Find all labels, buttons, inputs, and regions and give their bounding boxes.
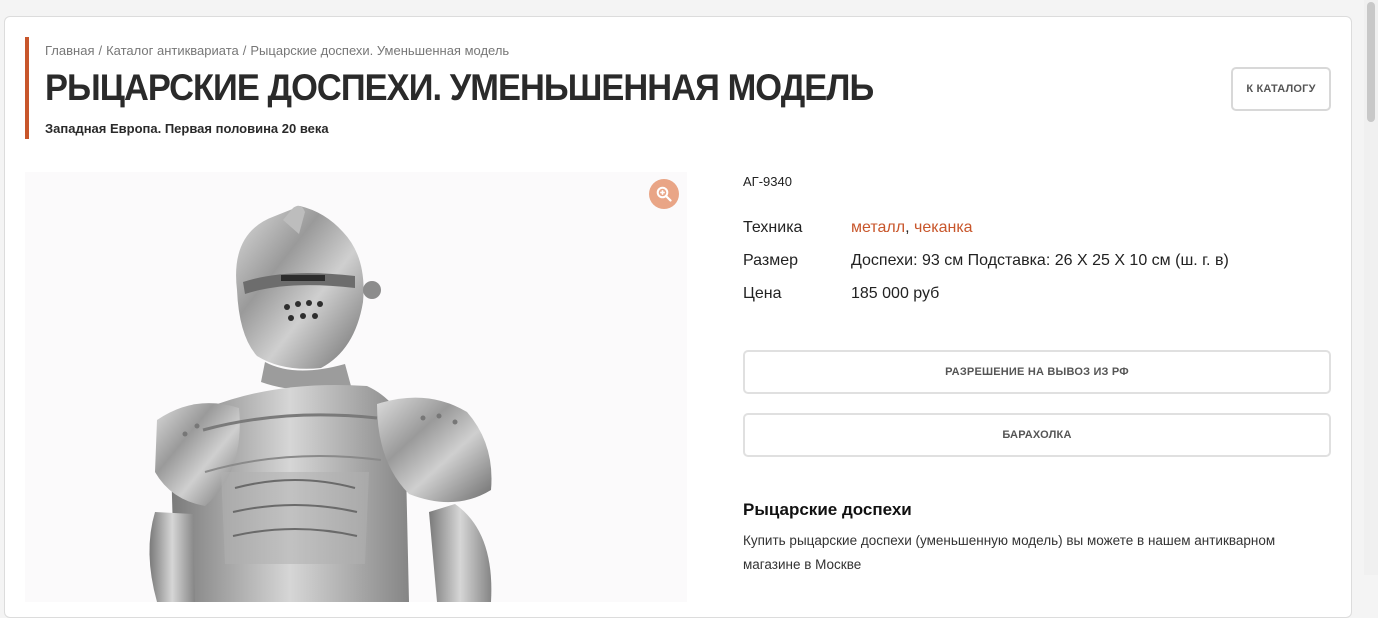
size-value: Доспехи: 93 см Подставка: 26 X 25 X 10 с… — [851, 252, 1229, 269]
breadcrumb-current: Рыцарские доспехи. Уменьшенная модель — [250, 43, 510, 58]
breadcrumb: Главная / Каталог антиквариата / Рыцарские д… — [45, 43, 509, 58]
breadcrumb-home-link[interactable]: Главная — [45, 43, 94, 58]
article-number: АГ-9340 — [743, 174, 792, 189]
technique-label: Техника — [743, 219, 803, 236]
scrollbar-thumb[interactable] — [1367, 2, 1375, 122]
description-title: Рыцарские доспехи — [743, 500, 912, 519]
breadcrumb-separator: / — [98, 43, 103, 58]
price-label: Цена — [743, 285, 782, 302]
zoom-in-icon — [656, 186, 672, 202]
knight-armor-image — [149, 205, 492, 602]
breadcrumb-separator: / — [242, 43, 247, 58]
flea-market-button[interactable]: БАРАХОЛКА — [743, 413, 1331, 457]
technique-link-metal[interactable]: металл — [851, 219, 905, 236]
technique-value: металл, чеканка — [851, 219, 973, 237]
product-header: Главная / Каталог антиквариата / Рыцарские д… — [25, 37, 1145, 139]
page-title: РЫЦАРСКИЕ ДОСПЕХИ. УМЕНЬШЕННАЯ МОДЕЛЬ — [45, 67, 874, 108]
zoom-button[interactable] — [649, 179, 679, 209]
page-subtitle: Западная Европа. Первая половина 20 века — [45, 121, 329, 136]
product-image[interactable] — [25, 172, 687, 602]
price-value: 185 000 руб — [851, 285, 940, 302]
size-label: Размер — [743, 252, 798, 269]
export-permit-button[interactable]: РАЗРЕШЕНИЕ НА ВЫВОЗ ИЗ РФ — [743, 350, 1331, 394]
back-to-catalog-button[interactable]: К КАТАЛОГУ — [1231, 67, 1331, 111]
technique-link-chasing[interactable]: чеканка — [914, 219, 973, 236]
breadcrumb-catalog-link[interactable]: Каталог антиквариата — [106, 43, 239, 58]
technique-separator: , — [905, 219, 910, 236]
scrollbar[interactable] — [1364, 0, 1378, 575]
description-text: Купить рыцарские доспехи (уменьшенную мо… — [743, 533, 1276, 572]
product-card: Главная / Каталог антиквариата / Рыцарские д… — [4, 16, 1352, 618]
